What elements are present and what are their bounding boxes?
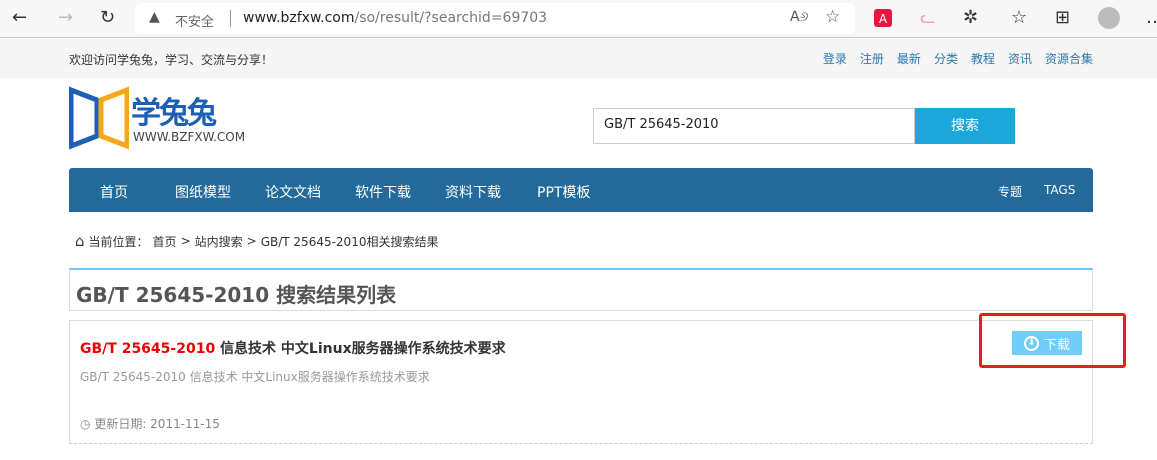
clock-icon: ◷ [80, 417, 91, 431]
date-text: 更新日期: 2011-11-15 [94, 417, 220, 431]
refresh-icon[interactable]: ↻ [100, 8, 115, 28]
register-link[interactable]: 注册 [860, 50, 884, 67]
welcome-text: 欢迎访问学兔兔，学习、交流与分享！ [69, 53, 274, 67]
url-path: /so/result/?searchid=69703 [354, 10, 548, 26]
nav-drawings[interactable]: 图纸模型 [175, 182, 231, 202]
highlight-box [979, 313, 1126, 368]
profile-avatar[interactable] [1098, 7, 1120, 29]
add-favorite-icon[interactable]: ☆ [825, 7, 840, 27]
search-input[interactable]: GB/T 25645-2010 [593, 108, 915, 144]
logo-name: 学兔兔 [131, 96, 217, 131]
breadcrumb-home[interactable]: 首页 [153, 233, 177, 250]
tutorial-link[interactable]: 教程 [971, 50, 995, 67]
forward-icon[interactable]: → [58, 8, 73, 28]
resources-link[interactable]: 资源合集 [1045, 50, 1093, 67]
collections-icon[interactable]: ⊞ [1055, 8, 1070, 28]
search-button[interactable]: 搜索 [915, 108, 1015, 144]
breadcrumb-current: GB/T 25645-2010相关搜索结果 [260, 234, 439, 249]
news-link[interactable]: 资讯 [1008, 50, 1032, 67]
url-host: www.bzfxw.com [243, 10, 355, 26]
breadcrumb: ⌂ 当前位置： 首页 > 站内搜索 > GB/T 25645-2010相关搜索结… [75, 232, 438, 250]
main-nav: 首页 图纸模型 论文文档 软件下载 资料下载 PPT模板 专题 TAGS [69, 168, 1093, 212]
breadcrumb-sep: > [180, 234, 191, 248]
extension-red-icon[interactable]: A [874, 9, 892, 27]
url-text: www.bzfxw.com/so/result/?searchid=69703 [243, 10, 547, 26]
nav-home[interactable]: 首页 [100, 182, 128, 202]
nav-ppt[interactable]: PPT模板 [537, 182, 590, 202]
back-icon[interactable]: ← [12, 8, 27, 28]
read-aloud-icon[interactable]: A୬ [790, 9, 808, 25]
result-name[interactable]: 信息技术 中文Linux服务器操作系统技术要求 [220, 341, 506, 357]
login-link[interactable]: 登录 [823, 50, 847, 67]
extensions-icon[interactable]: ✲ [963, 8, 978, 28]
category-link[interactable]: 分类 [934, 50, 958, 67]
favorites-icon[interactable]: ☆ [1011, 8, 1027, 28]
home-icon: ⌂ [75, 232, 85, 250]
result-code[interactable]: GB/T 25645-2010 [80, 341, 215, 357]
result-description: GB/T 25645-2010 信息技术 中文Linux服务器操作系统技术要求 [80, 370, 430, 384]
nav-papers[interactable]: 论文文档 [265, 182, 321, 202]
site-logo[interactable]: 学兔兔 WWW.BZFXW.COM [69, 86, 254, 150]
nav-tags[interactable]: TAGS [1044, 183, 1075, 197]
nav-materials[interactable]: 资料下载 [445, 182, 501, 202]
insecure-label: 不安全 [175, 15, 215, 30]
breadcrumb-search[interactable]: 站内搜索 [195, 233, 243, 250]
divider [230, 10, 231, 27]
more-icon[interactable]: … [1146, 8, 1157, 28]
breadcrumb-sep: > [246, 234, 257, 248]
extension-cat-icon[interactable]: ᓚ [920, 8, 935, 28]
nav-topics[interactable]: 专题 [998, 183, 1022, 200]
nav-software[interactable]: 软件下载 [355, 182, 411, 202]
top-links: 登录 注册 最新 分类 教程 资讯 资源合集 [823, 50, 1093, 67]
results-header: GB/T 25645-2010 搜索结果列表 [69, 268, 1093, 311]
result-date: ◷ 更新日期: 2011-11-15 [80, 415, 220, 432]
logo-domain: WWW.BZFXW.COM [133, 130, 246, 144]
warning-icon: ▲ [149, 9, 160, 25]
logo-mark-icon [69, 86, 129, 150]
result-title[interactable]: GB/T 25645-2010 信息技术 中文Linux服务器操作系统技术要求 [80, 338, 506, 358]
latest-link[interactable]: 最新 [897, 50, 921, 67]
result-item: GB/T 25645-2010 信息技术 中文Linux服务器操作系统技术要求 … [69, 320, 1093, 444]
browser-toolbar: ← → ↻ ▲ 不安全 www.bzfxw.com/so/result/?sea… [0, 0, 1157, 38]
breadcrumb-prefix: 当前位置： [88, 234, 149, 249]
address-bar[interactable]: ▲ 不安全 www.bzfxw.com/so/result/?searchid=… [135, 3, 855, 34]
page-title: GB/T 25645-2010 搜索结果列表 [76, 283, 397, 307]
